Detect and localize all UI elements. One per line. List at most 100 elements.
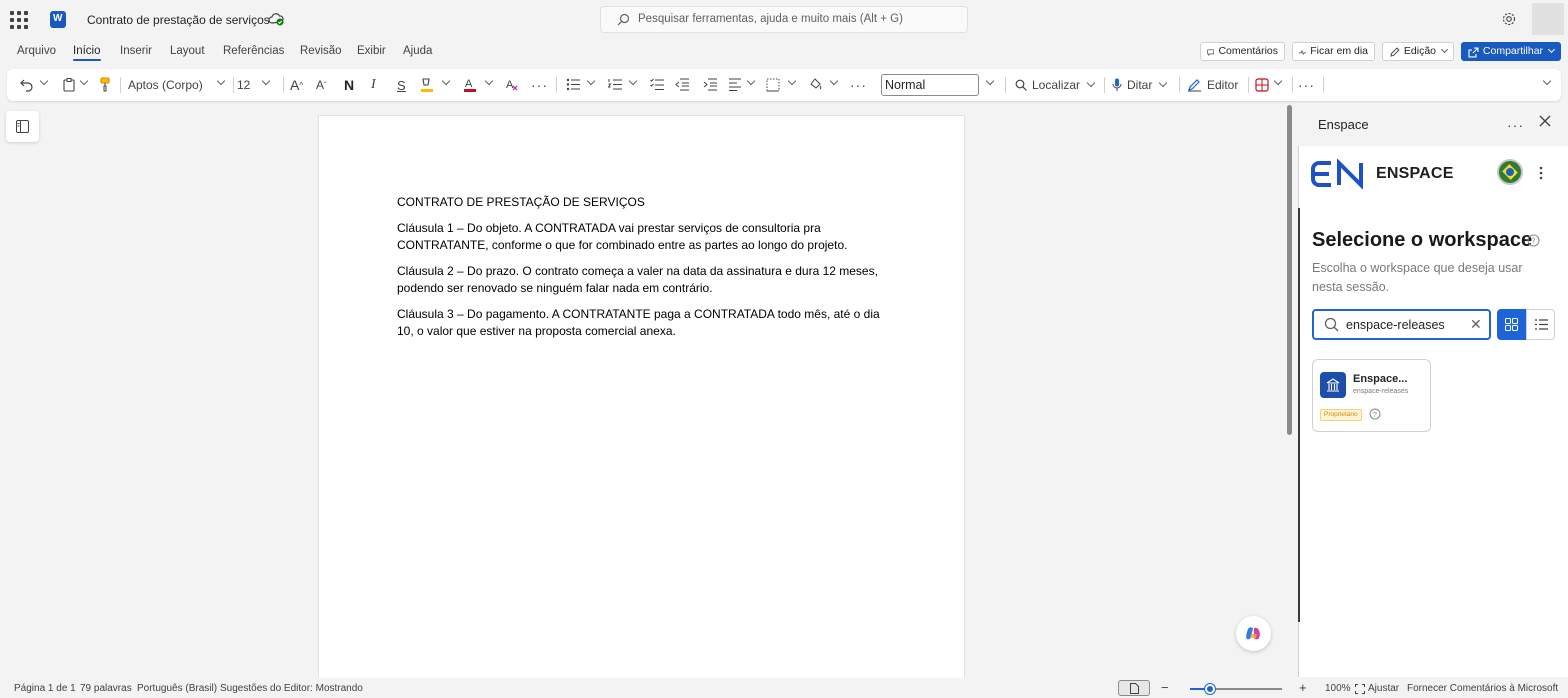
add-ins-chevron-icon[interactable] bbox=[1273, 76, 1283, 86]
panel-content: EN ENSPACE Selecione o workspace ? Escol… bbox=[1298, 146, 1568, 677]
separator bbox=[1248, 77, 1249, 93]
app-launcher-icon[interactable] bbox=[10, 11, 28, 29]
clause-3[interactable]: Cláusula 3 – Do pagamento. A CONTRATANTE… bbox=[397, 306, 897, 340]
copilot-button[interactable] bbox=[1236, 616, 1271, 651]
font-size-dropdown[interactable]: 12 bbox=[237, 69, 277, 101]
more-commands-icon[interactable]: ··· bbox=[1298, 69, 1315, 101]
paste-chevron-icon[interactable] bbox=[79, 76, 89, 86]
clear-formatting-icon[interactable]: A bbox=[505, 77, 520, 92]
help-icon[interactable]: ? bbox=[1527, 234, 1540, 247]
shrink-font-icon[interactable]: Aˇ bbox=[316, 69, 327, 101]
undo-chevron-icon[interactable] bbox=[39, 76, 49, 86]
paste-clipboard-icon[interactable] bbox=[63, 78, 75, 92]
vertical-scrollbar[interactable] bbox=[1287, 105, 1292, 435]
italic-icon[interactable]: I bbox=[371, 69, 376, 101]
undo-icon[interactable] bbox=[20, 78, 34, 92]
document-title[interactable]: Contrato de prestação de serviços bbox=[87, 13, 270, 27]
menu-ajuda[interactable]: Ajuda bbox=[403, 45, 432, 57]
bold-icon[interactable]: N bbox=[344, 69, 354, 101]
more-font-options-icon[interactable]: ··· bbox=[531, 69, 548, 101]
clause-2[interactable]: Cláusula 2 – Do prazo. O contrato começa… bbox=[397, 263, 897, 297]
find-label: Localizar bbox=[1032, 78, 1081, 92]
menu-arquivo[interactable]: Arquivo bbox=[17, 45, 56, 57]
settings-gear-icon[interactable] bbox=[1501, 11, 1517, 27]
underline-icon[interactable]: S bbox=[397, 69, 406, 101]
cloud-saved-icon[interactable] bbox=[268, 12, 284, 26]
share-button[interactable]: Compartilhar bbox=[1461, 42, 1561, 61]
highlight-chevron-icon[interactable] bbox=[441, 76, 451, 86]
zoom-slider-thumb[interactable] bbox=[1205, 684, 1216, 694]
ribbon-collapse-chevron-icon[interactable] bbox=[1542, 76, 1552, 86]
page-count[interactable]: Página 1 de 1 bbox=[14, 683, 76, 694]
menu-exibir[interactable]: Exibir bbox=[357, 45, 386, 57]
highlight-icon[interactable] bbox=[420, 77, 434, 93]
language-flag-brazil[interactable] bbox=[1497, 159, 1523, 185]
print-layout-button[interactable] bbox=[1118, 680, 1150, 696]
align-chevron-icon[interactable] bbox=[746, 76, 756, 86]
panel-title: Enspace bbox=[1318, 117, 1369, 132]
menu-inicio[interactable]: Início bbox=[73, 45, 101, 57]
list-view-toggle[interactable] bbox=[1526, 309, 1555, 340]
borders-icon[interactable] bbox=[766, 78, 780, 92]
panel-more-options-icon[interactable]: ··· bbox=[1507, 117, 1524, 133]
find-button[interactable]: Localizar bbox=[1015, 69, 1096, 101]
workspace-search-input[interactable]: enspace-releases ✕ bbox=[1312, 309, 1491, 340]
menu-referencias[interactable]: Referências bbox=[223, 45, 284, 57]
align-icon[interactable] bbox=[728, 78, 742, 91]
search-box[interactable]: Pesquisar ferramentas, ajuda e muito mai… bbox=[600, 6, 968, 33]
style-dropdown[interactable]: Normal bbox=[881, 74, 979, 96]
style-chevron-icon[interactable] bbox=[985, 76, 995, 86]
comments-button[interactable]: Comentários bbox=[1200, 42, 1285, 61]
editor-suggestions-status[interactable]: Sugestões do Editor: Mostrando bbox=[220, 683, 363, 694]
shading-icon[interactable] bbox=[808, 77, 823, 92]
zoom-level[interactable]: 100% bbox=[1325, 683, 1351, 694]
word-logo-icon[interactable]: W bbox=[50, 11, 69, 28]
close-icon[interactable] bbox=[1538, 114, 1552, 128]
numbering-icon[interactable] bbox=[608, 78, 622, 91]
editing-mode-button[interactable]: Edição bbox=[1382, 42, 1454, 61]
menu-layout[interactable]: Layout bbox=[170, 45, 205, 57]
clause-1[interactable]: Cláusula 1 – Do objeto. A CONTRATADA vai… bbox=[397, 220, 897, 254]
numbering-chevron-icon[interactable] bbox=[628, 76, 638, 86]
catch-up-button[interactable]: Ficar em dia bbox=[1292, 42, 1375, 61]
zoom-out-button[interactable]: − bbox=[1161, 680, 1169, 695]
bullets-icon[interactable] bbox=[566, 78, 580, 91]
editor-button[interactable]: Editor bbox=[1187, 69, 1238, 101]
format-painter-icon[interactable] bbox=[100, 77, 110, 92]
search-icon bbox=[1324, 317, 1339, 332]
bullets-chevron-icon[interactable] bbox=[586, 76, 596, 86]
menu-revisao[interactable]: Revisão bbox=[300, 45, 342, 57]
chevron-down-icon bbox=[1159, 78, 1168, 88]
panel-resize-handle[interactable] bbox=[1298, 208, 1300, 622]
more-paragraph-options-icon[interactable]: ··· bbox=[850, 69, 867, 101]
chevron-down-icon bbox=[1440, 45, 1449, 54]
feedback-link[interactable]: Fornecer Comentários à Microsoft bbox=[1407, 683, 1558, 694]
fit-button[interactable]: Ajustar bbox=[1368, 683, 1399, 694]
font-name-dropdown[interactable]: Aptos (Corpo) bbox=[128, 69, 230, 101]
active-tab-indicator bbox=[73, 59, 101, 61]
navigation-pane-button[interactable] bbox=[6, 111, 39, 142]
dictate-button[interactable]: Ditar bbox=[1112, 69, 1168, 101]
increase-indent-icon[interactable] bbox=[703, 78, 717, 91]
checklist-icon[interactable] bbox=[650, 78, 664, 91]
add-ins-icon[interactable] bbox=[1255, 78, 1269, 92]
help-icon[interactable]: ? bbox=[1369, 408, 1381, 420]
word-count[interactable]: 79 palavras bbox=[80, 683, 132, 694]
language-status[interactable]: Português (Brasil) bbox=[137, 683, 217, 694]
clear-search-icon[interactable]: ✕ bbox=[1470, 316, 1482, 333]
grow-font-icon[interactable]: A ^ bbox=[290, 69, 303, 101]
borders-chevron-icon[interactable] bbox=[787, 76, 797, 86]
kebab-menu-icon[interactable] bbox=[1539, 166, 1543, 180]
font-color-icon[interactable]: A bbox=[463, 77, 477, 93]
account-avatar[interactable] bbox=[1532, 3, 1564, 35]
decrease-indent-icon[interactable] bbox=[675, 78, 689, 91]
menu-inserir[interactable]: Inserir bbox=[120, 45, 152, 57]
workspace-card[interactable]: Enspace... enspace-releases Proprietário… bbox=[1312, 359, 1431, 432]
zoom-slider[interactable] bbox=[1190, 684, 1282, 694]
document-page[interactable]: CONTRATO DE PRESTAÇÃO DE SERVIÇOS Cláusu… bbox=[318, 115, 965, 698]
zoom-in-button[interactable]: + bbox=[1299, 680, 1307, 695]
font-color-chevron-icon[interactable] bbox=[484, 76, 494, 86]
shading-chevron-icon[interactable] bbox=[829, 76, 839, 86]
document-heading[interactable]: CONTRATO DE PRESTAÇÃO DE SERVIÇOS bbox=[397, 195, 645, 209]
grid-view-toggle[interactable] bbox=[1497, 309, 1526, 340]
